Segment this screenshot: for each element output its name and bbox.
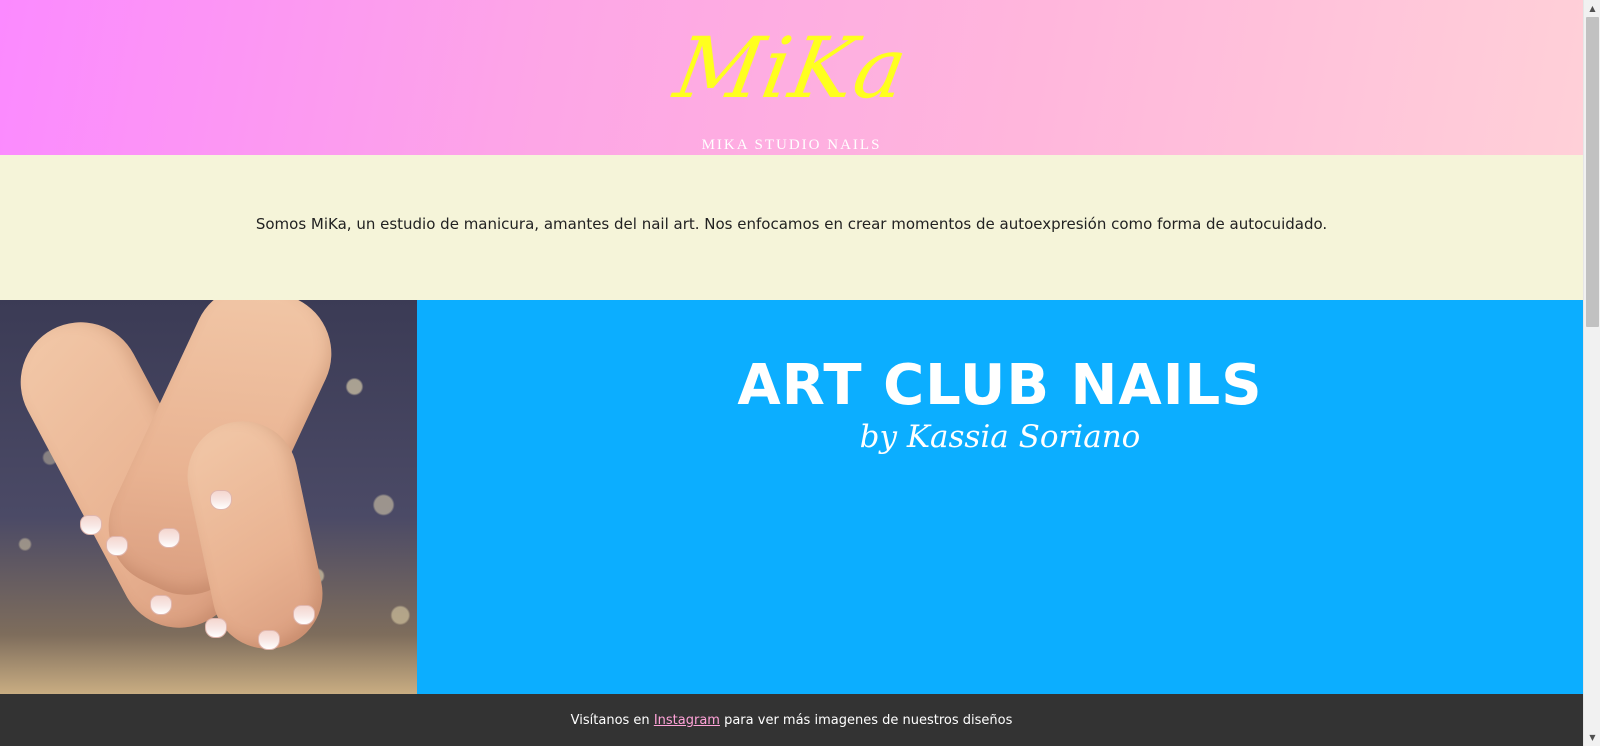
site-logo[interactable]: MiKa: [0, 19, 1583, 117]
nail-shape: [150, 595, 172, 615]
nail-shape: [106, 536, 128, 556]
promo-panel: ART CLUB NAILS by Kassia Soriano: [417, 300, 1583, 694]
nail-shape: [258, 630, 280, 650]
page: MiKa MIKA STUDIO NAILS Somos MiKa, un es…: [0, 0, 1583, 746]
studio-name: MIKA STUDIO NAILS: [701, 137, 882, 153]
intro-section: Somos MiKa, un estudio de manicura, aman…: [0, 155, 1583, 300]
scroll-thumb[interactable]: [1586, 17, 1599, 327]
nail-shape: [158, 528, 180, 548]
nails-photo: [0, 300, 417, 694]
promo-title: ART CLUB NAILS: [737, 353, 1263, 418]
nail-shape: [293, 605, 315, 625]
intro-text: Somos MiKa, un estudio de manicura, aman…: [255, 214, 1328, 233]
nail-shape: [80, 515, 102, 535]
site-footer: Visítanos en Instagram para ver más imag…: [0, 694, 1583, 746]
site-header: MiKa MIKA STUDIO NAILS: [0, 0, 1583, 155]
footer-text-before: Visítanos en: [570, 713, 650, 728]
vertical-scrollbar[interactable]: ▲ ▼: [1583, 0, 1600, 746]
footer-text: Visítanos en Instagram para ver más imag…: [0, 714, 1583, 727]
instagram-link[interactable]: Instagram: [654, 713, 720, 728]
nail-shape: [205, 618, 227, 638]
nail-shape: [210, 490, 232, 510]
promo-subtitle: by Kassia Soriano: [859, 419, 1141, 455]
feature-section: ART CLUB NAILS by Kassia Soriano: [0, 300, 1583, 694]
scroll-up-arrow-icon[interactable]: ▲: [1584, 0, 1600, 17]
footer-text-after: para ver más imagenes de nuestros diseño…: [724, 713, 1013, 728]
scroll-down-arrow-icon[interactable]: ▼: [1584, 729, 1600, 746]
